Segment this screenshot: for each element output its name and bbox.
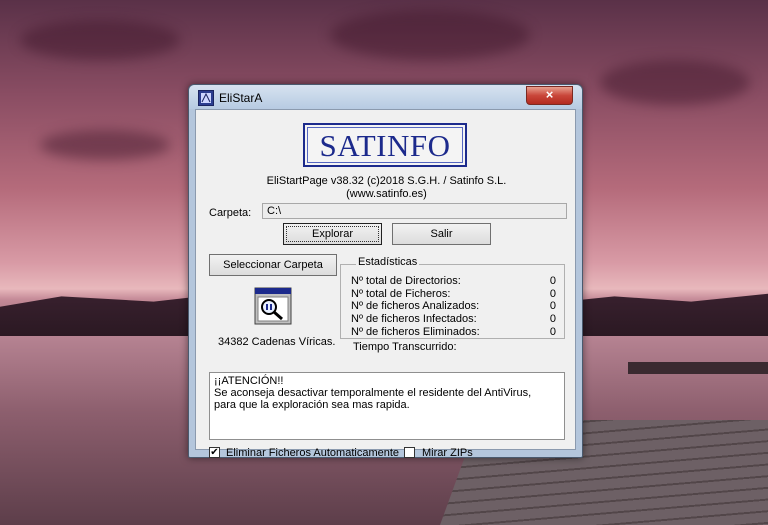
- seleccionar-carpeta-button[interactable]: Seleccionar Carpeta: [209, 254, 337, 276]
- client-area: SATINFO EliStartPage v38.32 (c)2018 S.G.…: [195, 109, 576, 459]
- salir-button[interactable]: Salir: [392, 223, 491, 245]
- explorar-button[interactable]: Explorar: [283, 223, 382, 245]
- stat-value: 0: [549, 288, 556, 300]
- checkbox-box[interactable]: ✔: [209, 447, 220, 458]
- logo-text: SATINFO: [319, 128, 451, 163]
- message-line: Se aconseja desactivar temporalmente el …: [214, 387, 532, 399]
- stat-value: 0: [549, 313, 556, 325]
- carpeta-label: Carpeta:: [209, 207, 252, 219]
- cloud: [600, 60, 750, 105]
- stat-row-directorios: Nº total de Directorios: 0: [351, 275, 556, 287]
- stat-label: Nº total de Directorios:: [351, 275, 461, 287]
- stat-label: Nº de ficheros Infectados:: [351, 313, 477, 325]
- stat-value: 0: [549, 275, 556, 287]
- checkbox-label[interactable]: Eliminar Ficheros Automaticamente: [226, 447, 399, 459]
- cloud: [40, 130, 170, 160]
- website-text: (www.satinfo.es): [346, 188, 427, 200]
- tiempo-transcurrido-label: Tiempo Transcurrido:: [353, 341, 457, 353]
- stat-row-eliminados: Nº de ficheros Eliminados: 0: [351, 326, 556, 338]
- carpeta-field: C:\: [262, 203, 567, 219]
- stat-row-ficheros: Nº total de Ficheros: 0: [351, 288, 556, 300]
- stat-value: 0: [549, 326, 556, 338]
- warning-message-box[interactable]: ¡¡ATENCIÓN!! Se aconseja desactivar temp…: [209, 372, 565, 440]
- message-line: para que la exploración sea mas rapida.: [214, 399, 410, 411]
- close-icon: ×: [545, 87, 554, 102]
- pier: [628, 362, 768, 374]
- elistara-window: EliStarA × SATINFO EliStartPage v38.32 (…: [188, 84, 583, 459]
- checkbox-box[interactable]: [404, 447, 415, 458]
- stat-label: Nº de ficheros Eliminados:: [351, 326, 480, 338]
- stat-label: Nº total de Ficheros:: [351, 288, 451, 300]
- cloud: [330, 10, 530, 60]
- satinfo-logo: SATINFO: [303, 123, 467, 167]
- magnifier-scan-icon: [254, 287, 292, 325]
- version-text: EliStartPage v38.32 (c)2018 S.G.H. / Sat…: [266, 175, 507, 187]
- estadisticas-title: Estadísticas: [356, 256, 420, 268]
- window-title: EliStarA: [219, 91, 263, 105]
- app-icon: [198, 90, 214, 106]
- stat-row-infectados: Nº de ficheros Infectados: 0: [351, 313, 556, 325]
- title-bar[interactable]: EliStarA ×: [189, 85, 582, 109]
- checkbox-label[interactable]: Mirar ZIPs: [422, 447, 473, 459]
- message-line: ¡¡ATENCIÓN!!: [214, 375, 284, 387]
- stat-value: 0: [549, 300, 556, 312]
- stat-row-analizados: Nº de ficheros Analizados: 0: [351, 300, 556, 312]
- stat-label: Nº de ficheros Analizados:: [351, 300, 480, 312]
- close-button[interactable]: ×: [526, 86, 573, 105]
- cloud: [20, 20, 180, 60]
- cadenas-viricas-text: 34382 Cadenas Víricas.: [218, 336, 336, 348]
